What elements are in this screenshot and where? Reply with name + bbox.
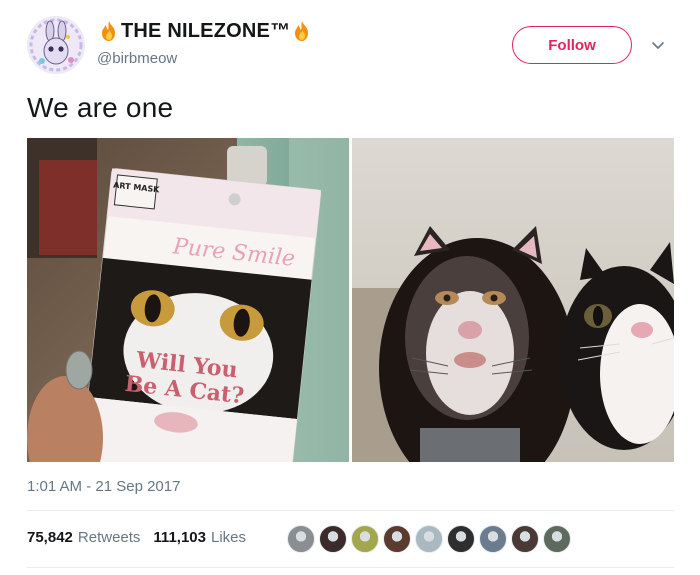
liker-avatar[interactable] [479,525,507,553]
fire-icon [102,21,115,41]
avatar-bunny-icon [28,17,84,73]
selfie-cat-image [352,138,674,462]
retweets-label[interactable]: Retweets [78,529,141,546]
tweet-photo-selfie-with-cat[interactable] [352,138,674,462]
liker-avatar[interactable] [319,525,347,553]
display-name-row[interactable]: THE NILEZONE™ [97,18,314,44]
retweets-count[interactable]: 75,842 [27,529,73,546]
likes-count[interactable]: 111,103 [153,529,206,546]
liker-avatar[interactable] [351,525,379,553]
follow-button[interactable]: Follow [512,26,632,64]
liker-avatars [287,525,575,553]
liker-avatar[interactable] [447,525,475,553]
mask-package-image: ART MASK Pure Smile Will You Be A Cat? [27,138,349,462]
tweet-photo-mask-package[interactable]: ART MASK Pure Smile Will You Be A Cat? [27,138,349,462]
avatar[interactable] [27,16,85,74]
tweet-stats: 75,842 Retweets 111,103 Likes [27,529,259,546]
liker-avatar[interactable] [287,525,315,553]
liker-avatar[interactable] [383,525,411,553]
divider [27,567,674,568]
tweet-timestamp[interactable]: 1:01 AM - 21 Sep 2017 [27,478,180,495]
liker-avatar[interactable] [415,525,443,553]
divider [27,510,674,511]
fire-icon [295,21,309,41]
liker-avatar[interactable] [511,525,539,553]
display-name: THE NILEZONE™ [121,19,291,42]
likes-label[interactable]: Likes [211,529,246,546]
tweet-text: We are one [27,92,174,123]
chevron-down-icon[interactable] [650,37,666,53]
liker-avatar[interactable] [543,525,571,553]
user-handle[interactable]: @birbmeow [97,50,177,67]
